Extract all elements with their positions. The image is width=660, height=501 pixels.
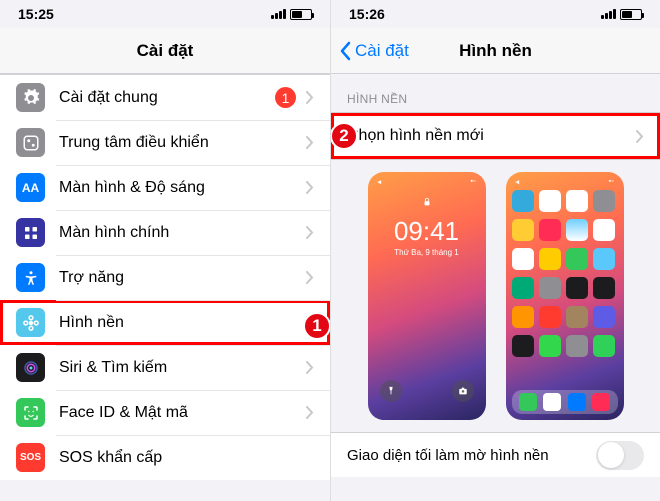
nav-bar: Cài đặt xyxy=(0,28,330,74)
grid-icon xyxy=(16,218,45,247)
status-time: 15:25 xyxy=(18,6,54,22)
dark-dim-toggle[interactable] xyxy=(596,441,644,470)
camera-icon xyxy=(452,380,474,402)
row-label: Trung tâm điều khiển xyxy=(59,134,306,152)
page-title: Cài đặt xyxy=(137,41,194,61)
accessibility-icon xyxy=(16,263,45,292)
signal-icon xyxy=(601,9,616,19)
row-siri[interactable]: Siri & Tìm kiếm xyxy=(0,345,330,390)
battery-icon xyxy=(290,9,312,20)
chevron-right-icon xyxy=(306,181,314,194)
callout-2: 2 xyxy=(330,122,358,150)
chevron-right-icon xyxy=(306,406,314,419)
status-icons xyxy=(271,9,312,20)
gear-icon xyxy=(16,83,45,112)
page-title: Hình nền xyxy=(459,41,532,61)
sliders-icon xyxy=(16,128,45,157)
flower-icon xyxy=(16,308,45,337)
lock-time: 09:41 xyxy=(368,216,486,247)
sos-icon: SOS xyxy=(16,443,45,472)
flashlight-icon xyxy=(380,380,402,402)
settings-list: Cài đặt chung 1 Trung tâm điều khiển AA … xyxy=(0,74,330,480)
row-sos[interactable]: SOS SOS khẩn cấp xyxy=(0,435,330,480)
choose-wallpaper-row[interactable]: Chọn hình nền mới xyxy=(331,113,660,159)
signal-icon xyxy=(271,9,286,19)
row-label: SOS khẩn cấp xyxy=(59,449,314,467)
row-label: Chọn hình nền mới xyxy=(347,127,636,145)
row-display[interactable]: AA Màn hình & Độ sáng xyxy=(0,165,330,210)
back-label: Cài đặt xyxy=(355,41,409,61)
status-time: 15:26 xyxy=(349,6,385,22)
row-label: Siri & Tìm kiếm xyxy=(59,359,306,377)
row-label: Màn hình & Độ sáng xyxy=(59,179,306,197)
app-grid xyxy=(512,190,618,388)
lock-icon xyxy=(368,196,486,208)
row-home-screen[interactable]: Màn hình chính xyxy=(0,210,330,255)
back-button[interactable]: Cài đặt xyxy=(339,41,409,61)
settings-screen: 15:25 Cài đặt Cài đặt chung 1 Trung tâm … xyxy=(0,0,330,501)
chevron-right-icon xyxy=(306,271,314,284)
wallpaper-screen: 15:26 Cài đặt Hình nền HÌNH NỀN Chọn hìn… xyxy=(330,0,660,501)
row-faceid[interactable]: Face ID & Mật mã xyxy=(0,390,330,435)
row-label: Cài đặt chung xyxy=(59,89,275,107)
chevron-right-icon xyxy=(306,361,314,374)
status-bar: 15:25 xyxy=(0,0,330,28)
row-accessibility[interactable]: Trợ năng xyxy=(0,255,330,300)
chevron-right-icon xyxy=(306,226,314,239)
text-size-icon: AA xyxy=(16,173,45,202)
row-label: Màn hình chính xyxy=(59,224,306,242)
row-label: Face ID & Mật mã xyxy=(59,404,306,422)
status-bar: 15:26 xyxy=(331,0,660,28)
siri-icon xyxy=(16,353,45,382)
battery-icon xyxy=(620,9,642,20)
toggle-label: Giao diện tối làm mờ hình nền xyxy=(347,447,596,464)
row-general[interactable]: Cài đặt chung 1 xyxy=(0,75,330,120)
home-screen-preview[interactable]: ◂▪▫ xyxy=(506,172,624,420)
row-label: Hình nền xyxy=(59,314,306,332)
faceid-icon xyxy=(16,398,45,427)
row-label: Trợ năng xyxy=(59,269,306,287)
lock-date: Thứ Ba, 9 tháng 1 xyxy=(368,248,486,257)
badge: 1 xyxy=(275,87,296,108)
callout-1: 1 xyxy=(303,312,330,340)
chevron-right-icon xyxy=(306,91,314,104)
chevron-right-icon xyxy=(636,130,644,143)
row-wallpaper[interactable]: Hình nền xyxy=(0,300,330,345)
dock xyxy=(512,390,618,414)
status-icons xyxy=(601,9,642,20)
lock-screen-preview[interactable]: ◂▪▫ 09:41 Thứ Ba, 9 tháng 1 xyxy=(368,172,486,420)
nav-bar: Cài đặt Hình nền xyxy=(331,28,660,74)
section-header: HÌNH NỀN xyxy=(331,74,660,112)
dark-dim-row: Giao diện tối làm mờ hình nền xyxy=(331,432,660,477)
wallpaper-previews: ◂▪▫ 09:41 Thứ Ba, 9 tháng 1 ◂▪▫ xyxy=(331,160,660,432)
row-control-center[interactable]: Trung tâm điều khiển xyxy=(0,120,330,165)
chevron-right-icon xyxy=(306,136,314,149)
